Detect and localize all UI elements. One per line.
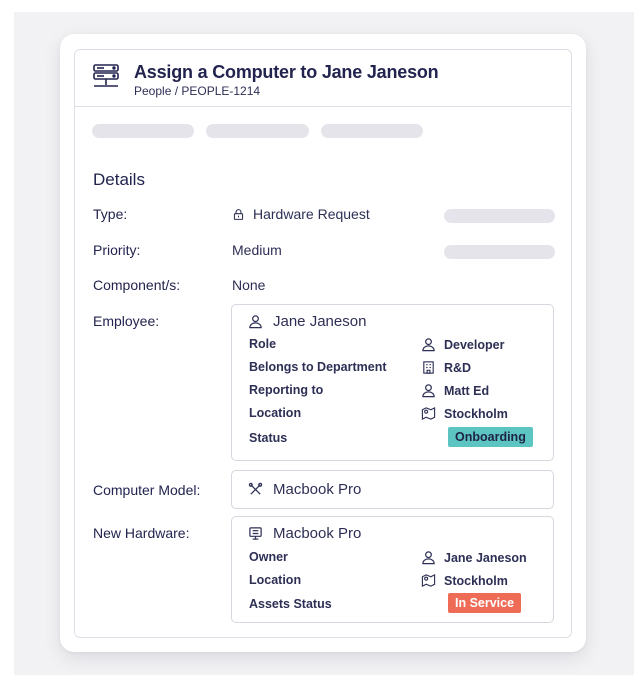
section-title: Details: [93, 170, 145, 189]
status-value: Onboarding: [448, 427, 533, 447]
hw-location-key: Location: [249, 573, 302, 587]
reporting-value: Matt Ed: [421, 383, 489, 398]
employee-name-text: Jane Janeson: [273, 313, 367, 330]
employee-label: Employee:: [93, 313, 160, 329]
new-hardware-card[interactable]: Macbook Pro Owner Jane Janeson Location …: [231, 516, 554, 623]
location-key: Location: [249, 406, 302, 420]
component-value: None: [232, 277, 266, 293]
owner-value-text: Jane Janeson: [444, 550, 527, 565]
map-icon: [421, 406, 436, 421]
new-hardware-name: Macbook Pro: [248, 525, 361, 542]
placeholder-bar: [444, 209, 555, 223]
placeholder-bar: [321, 124, 423, 138]
type-label: Type:: [93, 206, 128, 222]
priority-value: Medium: [232, 242, 282, 258]
role-value-text: Developer: [444, 337, 505, 352]
hw-location-value-text: Stockholm: [444, 573, 508, 588]
breadcrumb[interactable]: People / PEOPLE-1214: [134, 84, 260, 98]
status-badge: Onboarding: [448, 427, 533, 447]
owner-value: Jane Janeson: [421, 550, 527, 565]
tools-icon: [248, 482, 263, 495]
department-key: Belongs to Department: [249, 360, 387, 374]
owner-key: Owner: [249, 550, 288, 564]
computer-model-field[interactable]: Macbook Pro: [231, 470, 554, 509]
employee-name: Jane Janeson: [248, 313, 366, 330]
reporting-key: Reporting to: [249, 383, 324, 397]
monitor-icon: [249, 527, 262, 540]
person-icon: [422, 384, 435, 398]
page-title: Assign a Computer to Jane Janeson: [134, 62, 439, 82]
computer-model-label: Computer Model:: [93, 482, 201, 498]
map-icon: [421, 573, 436, 588]
department-value: R&D: [421, 360, 471, 375]
type-value-text: Hardware Request: [253, 206, 370, 222]
status-badge: In Service: [448, 593, 522, 613]
department-value-text: R&D: [444, 360, 472, 375]
lock-icon: [233, 208, 244, 220]
priority-label: Priority:: [93, 242, 141, 258]
role-key: Role: [249, 337, 277, 351]
assets-status-key: Assets Status: [249, 597, 332, 611]
type-value: Hardware Request: [232, 206, 370, 222]
location-value-text: Stockholm: [444, 406, 508, 421]
building-icon: [423, 361, 434, 374]
role-value: Developer: [421, 337, 504, 352]
computer-model-value-text: Macbook Pro: [273, 481, 362, 498]
person-icon: [422, 338, 435, 352]
new-hardware-label: New Hardware:: [93, 525, 190, 541]
placeholder-bar: [206, 124, 309, 138]
status-key: Status: [249, 431, 288, 445]
placeholder-bar: [92, 124, 194, 138]
employee-card[interactable]: Jane Janeson Role Developer Belongs to D…: [231, 304, 554, 461]
new-hardware-name-text: Macbook Pro: [273, 525, 362, 542]
server-icon: [93, 64, 119, 87]
hw-location-value: Stockholm: [421, 573, 508, 588]
location-value: Stockholm: [421, 406, 508, 421]
component-label: Component/s:: [93, 277, 181, 293]
assets-status-value: In Service: [448, 593, 522, 613]
person-icon: [422, 551, 435, 565]
person-icon: [249, 315, 262, 329]
placeholder-bar: [444, 245, 555, 259]
reporting-value-text: Matt Ed: [444, 383, 490, 398]
computer-model-value: Macbook Pro: [248, 481, 361, 498]
